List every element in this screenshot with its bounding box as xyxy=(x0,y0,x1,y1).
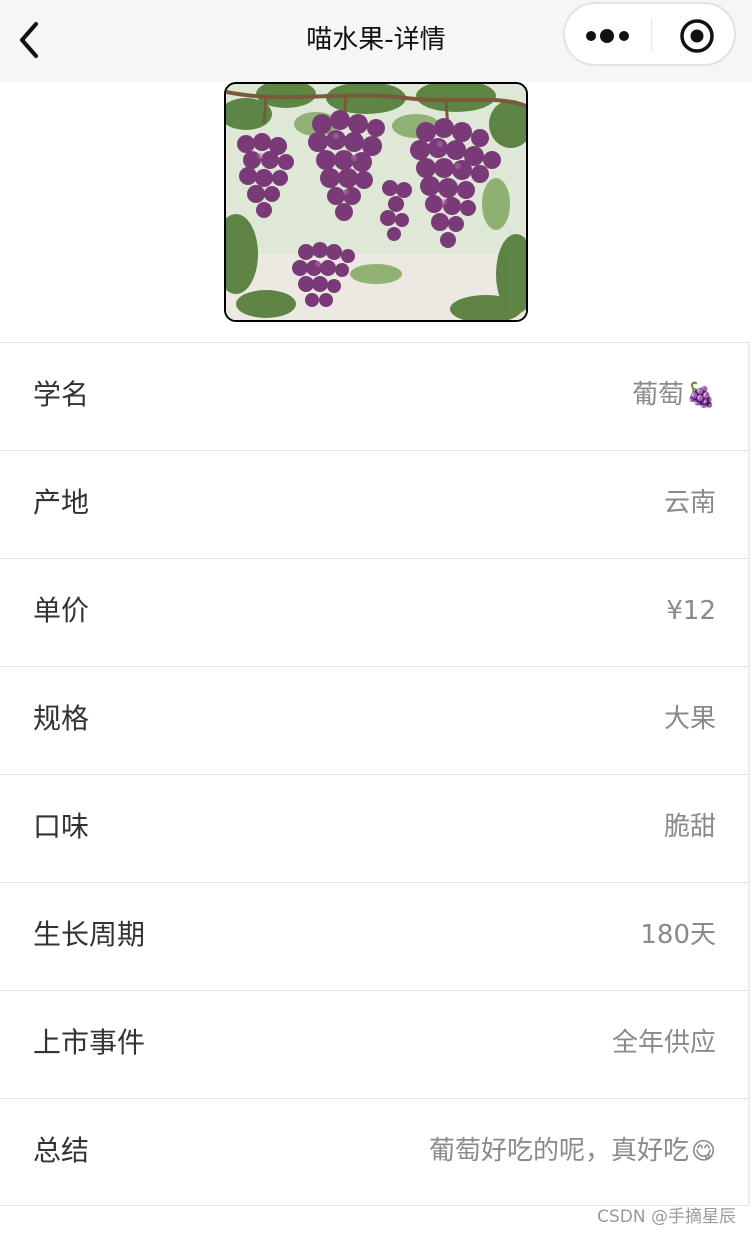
detail-value-text: 葡萄 xyxy=(632,380,685,410)
detail-label: 口味 xyxy=(33,810,90,843)
detail-label: 学名 xyxy=(33,378,90,411)
detail-row-taste: 口味 脆甜 xyxy=(0,774,748,882)
detail-value: 全年供应 xyxy=(611,1028,716,1058)
detail-value: 葡萄🍇 xyxy=(632,343,716,451)
detail-value: 脆甜 xyxy=(663,812,716,842)
detail-value: 180天 xyxy=(640,920,716,950)
more-dots-icon xyxy=(586,29,629,43)
detail-value: 葡萄好吃的呢，真好吃😋 xyxy=(429,1099,716,1207)
detail-row-scientific-name: 学名 葡萄🍇 xyxy=(0,342,748,450)
fruit-image xyxy=(224,82,528,322)
detail-row-specification: 规格 大果 xyxy=(0,666,748,774)
fruit-detail-list: 学名 葡萄🍇 产地 云南 单价 ¥12 规格 大果 口味 脆甜 生长周期 180… xyxy=(0,342,750,1206)
detail-label: 单价 xyxy=(33,594,90,627)
app-root: 喵水果-详情 学名 葡萄🍇 产地 云南 单价 ¥12 规格 大果 口味 脆甜 生… xyxy=(0,0,752,1236)
detail-row-market-time: 上市事件 全年供应 xyxy=(0,990,748,1098)
detail-value-text: 葡萄好吃的呢，真好吃 xyxy=(428,1136,689,1166)
grape-photo xyxy=(226,84,526,320)
detail-label: 生长周期 xyxy=(33,918,146,951)
close-mini-program-button[interactable] xyxy=(669,16,725,56)
detail-label: 总结 xyxy=(33,1134,90,1167)
detail-row-origin: 产地 云南 xyxy=(0,450,748,558)
yum-face-emoji-icon: 😋 xyxy=(690,1137,716,1165)
navigation-bar: 喵水果-详情 xyxy=(0,0,752,82)
more-button[interactable] xyxy=(581,16,637,56)
mini-program-capsule xyxy=(563,2,736,66)
detail-row-growth-cycle: 生长周期 180天 xyxy=(0,882,748,990)
detail-row-summary: 总结 葡萄好吃的呢，真好吃😋 xyxy=(0,1098,748,1206)
detail-label: 上市事件 xyxy=(33,1026,146,1059)
detail-value: 云南 xyxy=(663,488,716,518)
target-circle-icon xyxy=(680,19,714,53)
grape-emoji-icon: 🍇 xyxy=(686,381,716,409)
detail-label: 产地 xyxy=(33,486,90,519)
hero-section xyxy=(0,82,752,342)
detail-label: 规格 xyxy=(33,702,90,735)
csdn-watermark: CSDN @手摘星辰 xyxy=(597,1207,736,1227)
detail-row-unit-price: 单价 ¥12 xyxy=(0,558,748,666)
detail-value: 大果 xyxy=(663,704,716,734)
capsule-divider xyxy=(651,18,652,52)
detail-value: ¥12 xyxy=(666,596,716,626)
